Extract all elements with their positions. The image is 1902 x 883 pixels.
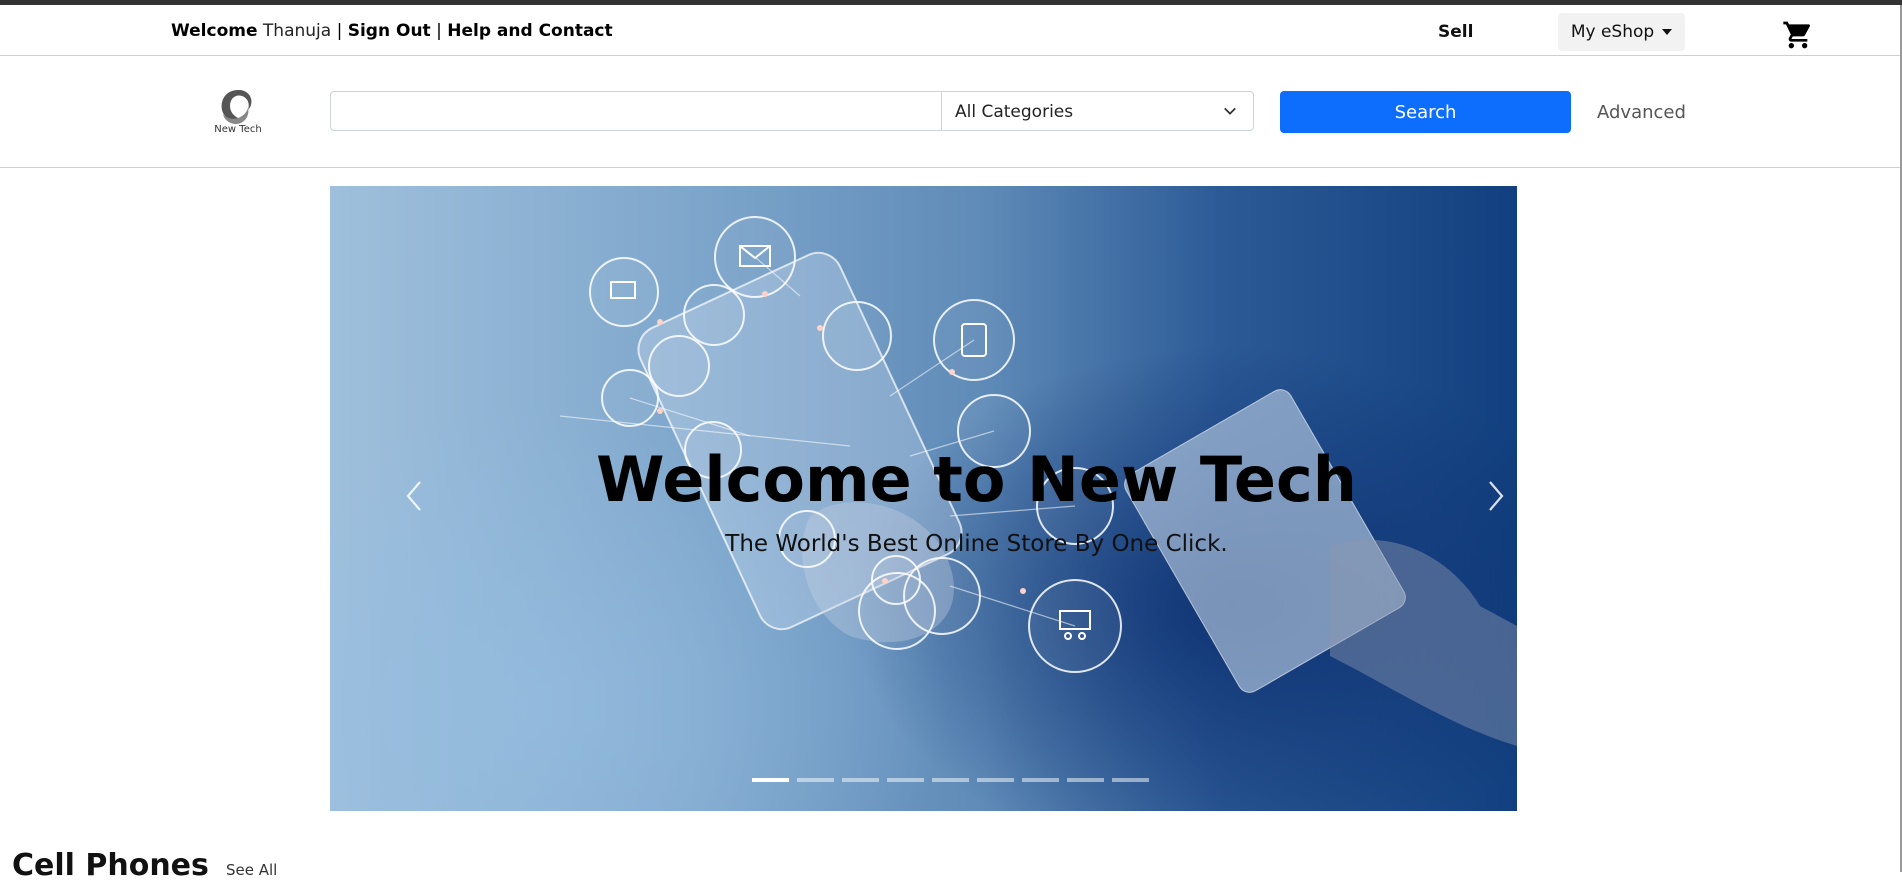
hero-carousel: Welcome to New Tech The World's Best Onl… xyxy=(330,186,1517,811)
sign-out-link[interactable]: Sign Out xyxy=(348,21,431,41)
carousel-indicator-7[interactable] xyxy=(1022,778,1059,782)
shopping-cart-icon[interactable] xyxy=(1781,19,1815,51)
search-input[interactable] xyxy=(330,91,941,131)
carousel-indicator-3[interactable] xyxy=(842,778,879,782)
cell-phones-section-header: Cell Phones See All xyxy=(12,848,277,883)
chevron-down-icon xyxy=(1224,107,1236,115)
carousel-indicator-2[interactable] xyxy=(797,778,834,782)
welcome-line: Welcome Thanuja | Sign Out | Help and Co… xyxy=(171,21,613,41)
my-eshop-label: My eShop xyxy=(1570,22,1655,42)
carousel-indicator-8[interactable] xyxy=(1067,778,1104,782)
hero-subtitle: The World's Best Online Store By One Cli… xyxy=(725,531,1228,557)
my-eshop-dropdown[interactable]: My eShop xyxy=(1558,13,1685,51)
carousel-indicator-9[interactable] xyxy=(1112,778,1149,782)
top-bar: Welcome Thanuja | Sign Out | Help and Co… xyxy=(0,5,1900,56)
caret-down-icon xyxy=(1662,29,1673,35)
separator: | xyxy=(436,21,442,41)
carousel-indicator-4[interactable] xyxy=(887,778,924,782)
help-contact-link[interactable]: Help and Contact xyxy=(447,21,612,41)
carousel-indicators xyxy=(752,778,1149,782)
search-button[interactable]: Search xyxy=(1280,91,1571,133)
category-select[interactable]: All Categories xyxy=(941,91,1254,131)
category-value: All Categories xyxy=(955,102,1074,122)
username: Thanuja xyxy=(262,21,332,41)
search-bar: New Tech All Categories Search Advanced xyxy=(0,56,1900,168)
advanced-search-link[interactable]: Advanced xyxy=(1597,102,1686,123)
carousel-indicator-1[interactable] xyxy=(752,778,789,782)
carousel-indicator-6[interactable] xyxy=(977,778,1014,782)
sell-link[interactable]: Sell xyxy=(1438,22,1473,42)
section-title: Cell Phones xyxy=(12,848,209,883)
see-all-link[interactable]: See All xyxy=(226,861,277,879)
logo-text: New Tech xyxy=(214,124,262,135)
welcome-label: Welcome xyxy=(171,21,258,41)
carousel-indicator-5[interactable] xyxy=(932,778,969,782)
separator: | xyxy=(336,21,343,41)
hero-title: Welcome to New Tech xyxy=(596,443,1357,516)
